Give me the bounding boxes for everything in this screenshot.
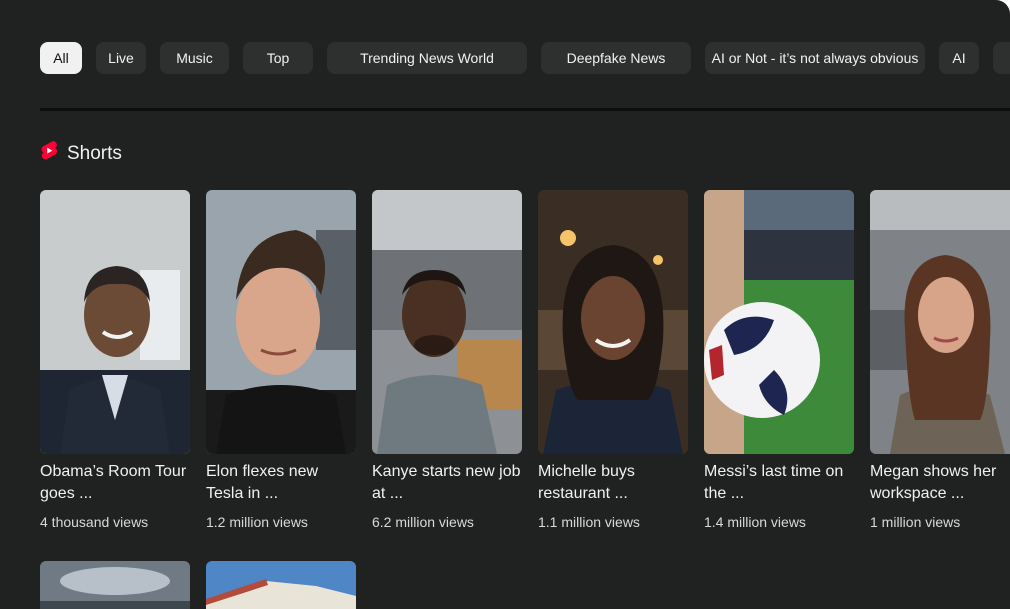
short-thumbnail[interactable]	[704, 190, 854, 454]
shorts-title: Shorts	[67, 142, 122, 164]
short-title[interactable]: Kanye starts new job at ...	[372, 461, 524, 505]
short-title[interactable]: Michelle buys restaurant ...	[538, 461, 690, 505]
short-views: 4 thousand views	[40, 514, 149, 530]
short-thumbnail[interactable]	[538, 190, 688, 454]
short-thumbnail[interactable]	[870, 190, 1010, 454]
short-thumbnail[interactable]	[206, 190, 356, 454]
short-card[interactable]: Messi’s last time on the ... 1.4 million…	[704, 190, 854, 530]
short-thumbnail[interactable]	[372, 190, 522, 454]
short-title[interactable]: Elon flexes new Tesla in ...	[206, 461, 358, 505]
section-divider	[40, 108, 1010, 111]
short-card[interactable]: Obama’s Room Tour goes ... 4 thousand vi…	[40, 190, 190, 530]
chip-top[interactable]: Top	[243, 42, 313, 74]
filter-chip-bar: All Live Music Top Trending News World D…	[40, 42, 1010, 74]
short-card[interactable]: Elon flexes new Tesla in ... 1.2 million…	[206, 190, 356, 530]
short-thumbnail[interactable]	[40, 561, 190, 609]
short-thumbnail[interactable]	[40, 190, 190, 454]
chip-ai-or-not[interactable]: AI or Not - it’s not always obvious	[705, 42, 925, 74]
chip-trending-news-world[interactable]: Trending News World	[327, 42, 527, 74]
shorts-grid: Obama’s Room Tour goes ... 4 thousand vi…	[40, 190, 1010, 530]
chip-ai[interactable]: AI	[939, 42, 979, 74]
short-title[interactable]: Megan shows her workspace ...	[870, 461, 1010, 505]
chip-music[interactable]: Music	[160, 42, 229, 74]
short-views: 6.2 million views	[372, 514, 474, 530]
chip-overflow[interactable]	[993, 42, 1010, 74]
short-title[interactable]: Messi’s last time on the ...	[704, 461, 856, 505]
short-views: 1 million views	[870, 514, 961, 530]
short-views: 1.4 million views	[704, 514, 806, 530]
short-thumbnail[interactable]	[206, 561, 356, 609]
app-window: All Live Music Top Trending News World D…	[0, 0, 1010, 609]
chip-deepfake-news[interactable]: Deepfake News	[541, 42, 691, 74]
short-card[interactable]: Kanye starts new job at ... 6.2 million …	[372, 190, 522, 530]
short-card[interactable]: Michelle buys restaurant ... 1.1 million…	[538, 190, 688, 530]
youtube-shorts-icon	[40, 140, 58, 167]
chip-all[interactable]: All	[40, 42, 82, 74]
shorts-grid-row-2	[40, 561, 356, 609]
chip-live[interactable]: Live	[96, 42, 146, 74]
short-views: 1.2 million views	[206, 514, 308, 530]
short-title[interactable]: Obama’s Room Tour goes ...	[40, 461, 192, 505]
short-card[interactable]: Megan shows her workspace ... 1 million …	[870, 190, 1010, 530]
shorts-section-header: Shorts	[40, 140, 122, 167]
short-views: 1.1 million views	[538, 514, 640, 530]
